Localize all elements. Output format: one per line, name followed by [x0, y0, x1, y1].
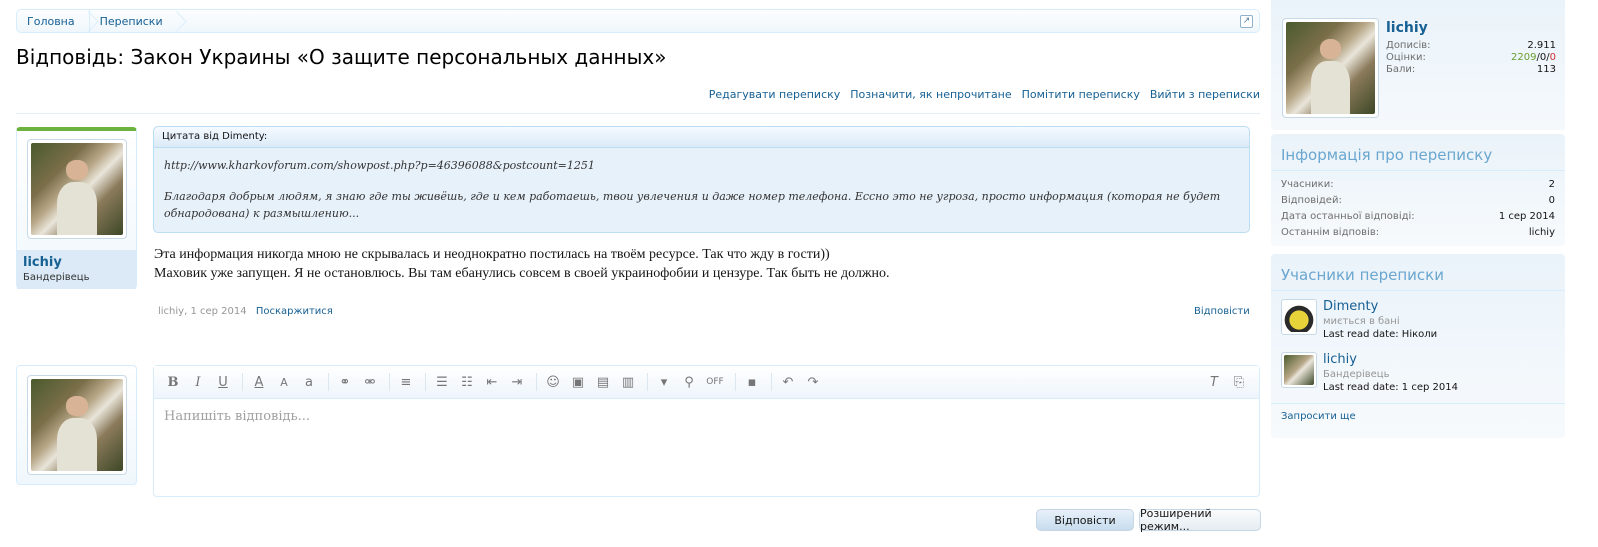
info-value: 0 [1548, 195, 1555, 206]
reply-input[interactable]: Напишіть відповідь... [154, 399, 1259, 434]
participant-title: Бандерівець [1323, 369, 1390, 380]
points-label: Бали: [1386, 64, 1416, 75]
message-text: Эта информация никогда мною не скрывалас… [154, 245, 1244, 283]
participant-last-read: Last read date: Ніколи [1323, 329, 1438, 340]
media-icon[interactable]: ▤ [592, 371, 614, 393]
text-color-icon[interactable]: A [248, 371, 270, 393]
more-dropdown-icon[interactable]: ▾ [653, 371, 675, 393]
smilie-icon[interactable]: ☺ [542, 371, 564, 393]
conversation-info-panel: Інформація про переписку Учасники: 2 Відп… [1271, 134, 1565, 246]
posts-label: Дописів: [1386, 40, 1431, 51]
bold-icon[interactable]: B [162, 371, 184, 393]
font-family-icon[interactable]: a [298, 371, 320, 393]
info-label: Дата останньої відповіді: [1281, 211, 1415, 222]
message-author-title: Бандерівець [23, 272, 90, 283]
quote-line-url: http://www.kharkovforum.com/showpost.php… [164, 159, 595, 172]
edit-conversation-link[interactable]: Редагувати переписку [709, 88, 841, 101]
info-value: 1 сер 2014 [1498, 211, 1555, 222]
off-toggle[interactable]: OFF [703, 371, 727, 393]
editor-toolbar: B I U A A a ⚭ ⚮ ≡ ☰ ☷ ⇤ ⇥ ☺ ▣ ▤ ▥ ▾ ⚲ OF… [154, 366, 1259, 399]
outdent-icon[interactable]: ⇤ [481, 371, 503, 393]
avatar[interactable] [27, 375, 127, 475]
message-text-line: Эта информация никогда мною не скрывалас… [154, 247, 830, 262]
location-icon[interactable]: ⚲ [678, 371, 700, 393]
breadcrumb-home[interactable]: Головна [17, 10, 90, 32]
sidebar-username[interactable]: lichiy [1386, 20, 1428, 36]
reply-link[interactable]: Відповісти [1194, 306, 1250, 317]
posts-count[interactable]: 2.911 [1527, 40, 1556, 52]
star-conversation-link[interactable]: Помітити переписку [1022, 88, 1140, 101]
sidebar-user-panel: lichiy Дописів: 2.911 Оцінки: 2209/0/0 Б… [1271, 0, 1565, 130]
reply-editor: B I U A A a ⚭ ⚮ ≡ ☰ ☷ ⇤ ⇥ ☺ ▣ ▤ ▥ ▾ ⚲ OF… [153, 365, 1260, 497]
participants-panel: Учасники переписки Dimenty миється в бан… [1271, 254, 1565, 438]
message-meta: lichiy, 1 сер 2014 Поскаржитися [158, 306, 333, 317]
page-title: Відповідь: Закон Украины «О защите персо… [16, 45, 667, 69]
participant-title: миється в бані [1323, 316, 1400, 327]
message-author-date[interactable]: lichiy, 1 сер 2014 [158, 306, 247, 317]
message-user-info: lichiy Бандерівець [16, 127, 137, 289]
font-size-icon[interactable]: A [273, 371, 295, 393]
quote-line-text: Благодаря добрым людям, я знаю где ты жи… [164, 190, 1221, 220]
italic-icon[interactable]: I [187, 371, 209, 393]
avatar[interactable] [1282, 18, 1379, 118]
info-label: Останнім відповів: [1281, 227, 1380, 238]
conversation-actions: Редагувати переписку Позначити, як непро… [709, 88, 1260, 101]
user-stats: Дописів: 2.911 Оцінки: 2209/0/0 Бали: 11… [1386, 40, 1556, 76]
link-icon[interactable]: ⚭ [334, 371, 356, 393]
conversation-info-heading: Інформація про переписку [1271, 134, 1565, 171]
quote-block: Цитата від Dimenty: http://www.kharkovfo… [153, 126, 1250, 233]
participant-last-read: Last read date: 1 сер 2014 [1323, 382, 1458, 393]
jump-to-icon[interactable]: ↗ [1240, 15, 1253, 28]
report-link[interactable]: Поскаржитися [256, 306, 333, 317]
advanced-mode-button[interactable]: Розширений режим... [1139, 507, 1261, 533]
quote-icon[interactable]: ▥ [617, 371, 639, 393]
avatar[interactable] [1281, 352, 1317, 388]
info-label: Відповідей: [1281, 195, 1342, 206]
participant-item: Dimenty миється в бані Last read date: Н… [1271, 297, 1565, 350]
info-value[interactable]: lichiy [1529, 225, 1555, 241]
participant-name[interactable]: lichiy [1323, 350, 1565, 367]
info-label: Учасники: [1281, 179, 1334, 190]
invite-more-link[interactable]: Запросити ще [1271, 403, 1565, 429]
bullet-list-icon[interactable]: ☰ [431, 371, 453, 393]
breadcrumb-conversations[interactable]: Переписки [90, 10, 177, 32]
numbered-list-icon[interactable]: ☷ [456, 371, 478, 393]
reply-user-info [16, 365, 137, 485]
toggle-bbcode-icon[interactable]: ⎘ [1228, 371, 1250, 393]
mark-unread-link[interactable]: Позначити, як непрочитане [850, 88, 1011, 101]
unlink-icon[interactable]: ⚮ [359, 371, 381, 393]
ratings-value: 2209/0/0 [1511, 52, 1556, 63]
participant-name[interactable]: Dimenty [1323, 297, 1565, 314]
participants-heading: Учасники переписки [1271, 254, 1565, 291]
breadcrumb: Головна Переписки ↗ [16, 9, 1260, 33]
avatar[interactable] [1281, 299, 1317, 335]
info-value: 2 [1548, 179, 1555, 190]
undo-icon[interactable]: ↶ [777, 371, 799, 393]
indent-icon[interactable]: ⇥ [506, 371, 528, 393]
message-text-line: Маховик уже запущен. Я не остановлюсь. В… [154, 266, 890, 281]
remove-format-icon[interactable]: T [1203, 371, 1225, 393]
save-draft-icon[interactable]: ▪ [741, 371, 763, 393]
divider [16, 113, 1260, 114]
quote-header[interactable]: Цитата від Dimenty: [154, 127, 1249, 148]
leave-conversation-link[interactable]: Вийти з переписки [1150, 88, 1260, 101]
ratings-label: Оцінки: [1386, 52, 1426, 63]
reply-submit-button[interactable]: Відповісти [1036, 509, 1134, 531]
avatar[interactable] [27, 139, 127, 239]
underline-icon[interactable]: U [212, 371, 234, 393]
message-author-name[interactable]: lichiy [23, 255, 130, 270]
align-icon[interactable]: ≡ [395, 371, 417, 393]
redo-icon[interactable]: ↷ [802, 371, 824, 393]
image-icon[interactable]: ▣ [567, 371, 589, 393]
points-value[interactable]: 113 [1537, 64, 1556, 76]
participant-item: lichiy Бандерівець Last read date: 1 сер… [1271, 350, 1565, 403]
